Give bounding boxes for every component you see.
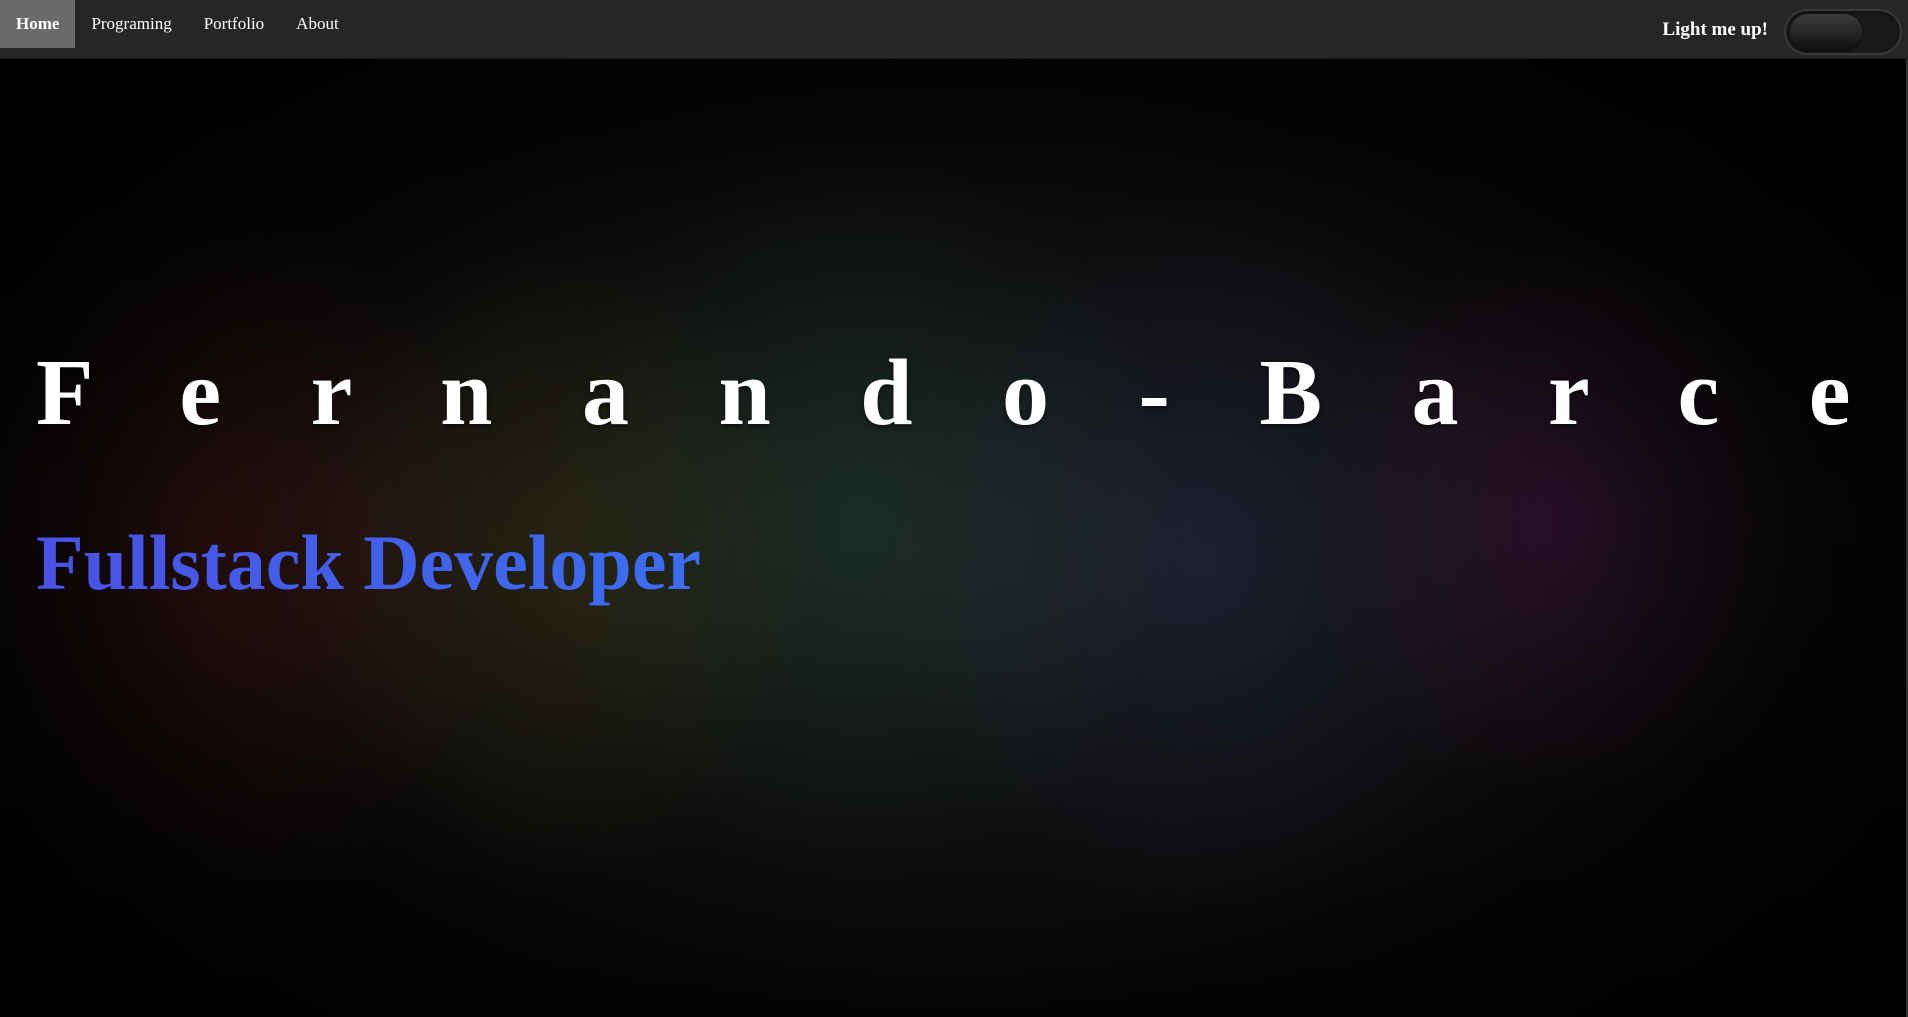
theme-toggle-knob[interactable] bbox=[1790, 14, 1862, 50]
nav-item-about[interactable]: About bbox=[280, 0, 355, 48]
nav-list: Home Programing Portfolio About bbox=[0, 0, 355, 48]
theme-toggle-label: Light me up! bbox=[1662, 19, 1768, 40]
theme-toggle-switch[interactable] bbox=[1784, 9, 1902, 55]
nav-item-home[interactable]: Home bbox=[0, 0, 76, 48]
nav-item-portfolio[interactable]: Portfolio bbox=[188, 0, 280, 48]
page: Home Programing Portfolio About Light me… bbox=[0, 0, 1908, 1017]
top-navbar: Home Programing Portfolio About Light me… bbox=[0, 0, 1908, 59]
window-edge bbox=[0, 0, 1908, 1017]
nav-item-programing[interactable]: Programing bbox=[75, 0, 187, 48]
hero-name-heading: F e r n a n d o - B a r c e n a s bbox=[36, 341, 1908, 445]
hero-role-subtitle: Fullstack Developer bbox=[36, 519, 702, 606]
